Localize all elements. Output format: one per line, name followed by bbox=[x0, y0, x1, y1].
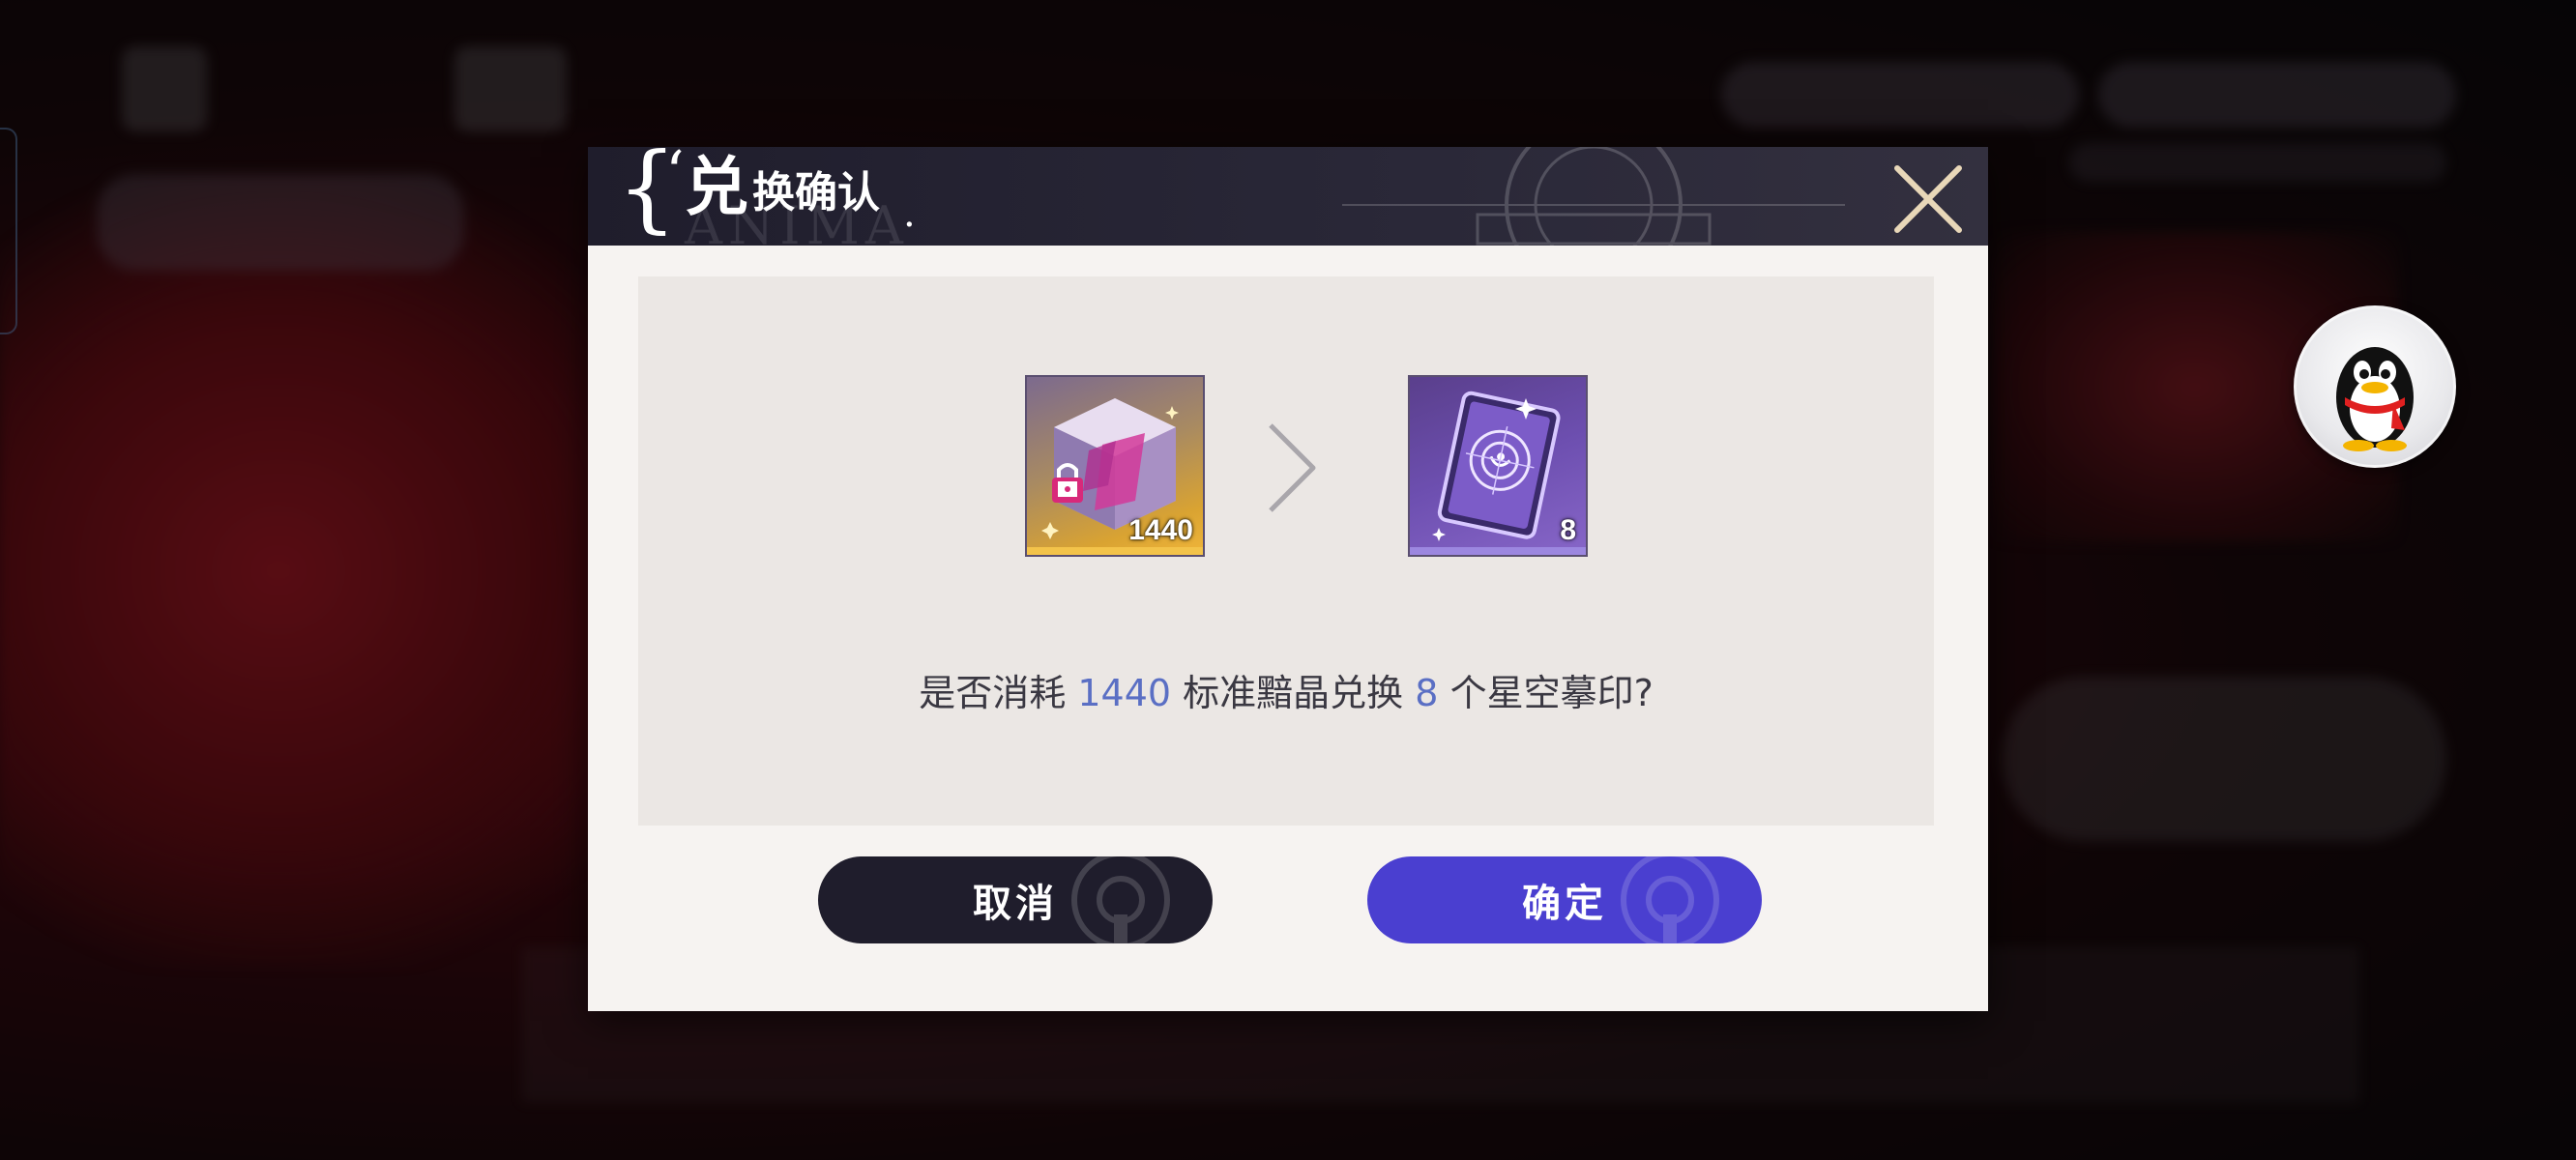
prompt-cost-amount: 1440 bbox=[1077, 672, 1172, 714]
dialog-title: 换确认 bbox=[752, 168, 880, 218]
exchange-prompt: 是否消耗 1440 标准黯晶兑换 8 个星空摹印? bbox=[638, 675, 1934, 711]
dialog-header: ANIMA { ‘ 兑 换确认 . bbox=[588, 147, 1988, 246]
exchange-confirm-dialog: ANIMA { ‘ 兑 换确认 . 1440 8 是否消耗 1440 标准黯晶兑… bbox=[588, 147, 1988, 1011]
cost-item-count: 1440 bbox=[1128, 514, 1193, 546]
cancel-button[interactable]: 取消 bbox=[818, 856, 1213, 943]
chevron-right-icon bbox=[1269, 423, 1316, 512]
game-screen: ANIMA { ‘ 兑 换确认 . 1440 8 是否消耗 1440 标准黯晶兑… bbox=[0, 0, 2576, 1160]
confirm-button[interactable]: 确定 bbox=[1367, 856, 1762, 943]
prompt-suffix: 个星空摹印? bbox=[1449, 672, 1654, 714]
prompt-middle: 标准黯晶兑换 bbox=[1183, 672, 1404, 714]
cancel-button-label: 取消 bbox=[973, 882, 1058, 926]
close-button[interactable] bbox=[1891, 162, 1965, 236]
title-dot-ornament: . bbox=[903, 191, 916, 236]
reward-item-count: 8 bbox=[1560, 514, 1576, 546]
title-quote-ornament: ‘ bbox=[665, 147, 685, 208]
confirm-button-label: 确定 bbox=[1522, 882, 1607, 926]
reward-item-card[interactable]: 8 bbox=[1408, 375, 1588, 557]
header-ornament-icon bbox=[1342, 147, 1845, 246]
exchange-panel: 1440 8 是否消耗 1440 标准黯晶兑换 8 个星空摹印? bbox=[638, 276, 1934, 826]
qq-penguin-icon[interactable] bbox=[2294, 305, 2456, 468]
dialog-title-first-char: 兑 bbox=[685, 149, 748, 224]
prompt-reward-amount: 8 bbox=[1415, 672, 1439, 714]
close-x-icon bbox=[1894, 165, 1962, 233]
cost-item-card[interactable]: 1440 bbox=[1025, 375, 1205, 557]
prompt-prefix: 是否消耗 bbox=[919, 672, 1067, 714]
